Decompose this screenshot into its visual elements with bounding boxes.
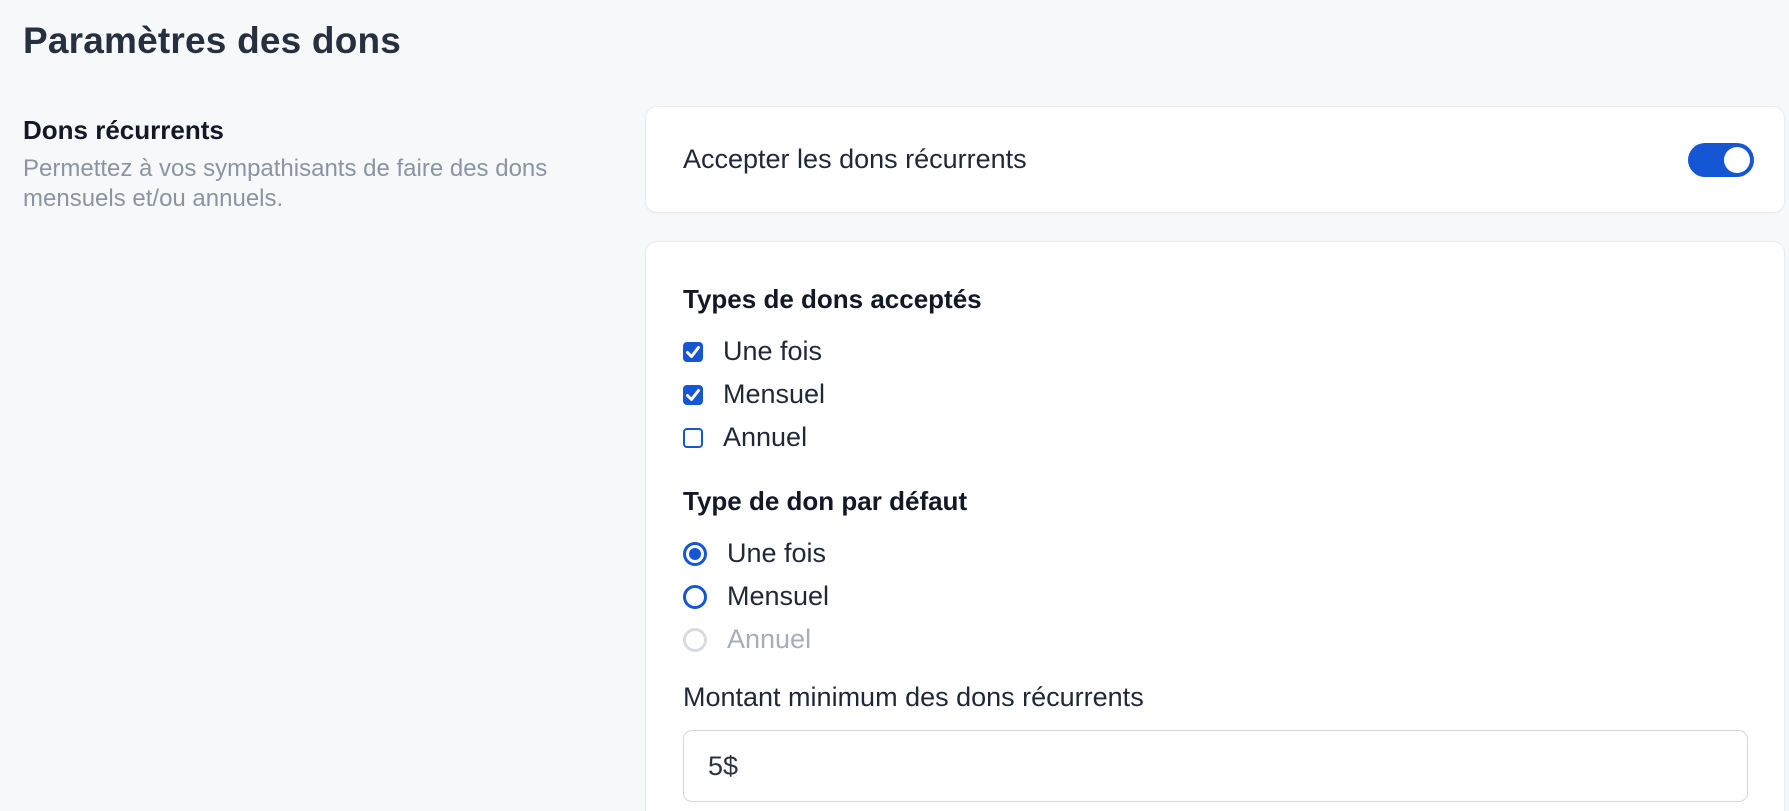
check-icon <box>683 342 703 362</box>
radio-once-label: Une fois <box>727 538 826 569</box>
radio-row-yearly: Annuel <box>683 627 1748 652</box>
radio-yearly <box>683 628 707 652</box>
section-description: Permettez à vos sympathisants de faire d… <box>23 154 548 214</box>
spacer <box>683 652 1748 682</box>
default-type-heading: Type de don par défaut <box>683 486 1748 517</box>
recurring-toggle-switch[interactable] <box>1688 143 1754 177</box>
checkbox-once-label: Une fois <box>723 336 822 367</box>
page-title: Paramètres des dons <box>23 20 1785 62</box>
section-intro: Dons récurrents Permettez à vos sympathi… <box>23 106 645 811</box>
spacer <box>683 450 1748 486</box>
radio-monthly[interactable] <box>683 585 707 609</box>
checkbox-monthly[interactable] <box>683 385 703 405</box>
toggle-knob <box>1724 147 1750 173</box>
settings-cards: Accepter les dons récurrents Types de do… <box>645 106 1785 811</box>
checkbox-row-once: Une fois <box>683 339 1748 364</box>
minimum-amount-label: Montant minimum des dons récurrents <box>683 682 1748 713</box>
accepted-types-heading: Types de dons acceptés <box>683 284 1748 315</box>
checkbox-monthly-label: Mensuel <box>723 379 825 410</box>
recurring-toggle-label: Accepter les dons récurrents <box>683 144 1027 175</box>
radio-row-once: Une fois <box>683 541 1748 566</box>
checkbox-row-monthly: Mensuel <box>683 382 1748 407</box>
checkbox-yearly-label: Annuel <box>723 422 807 453</box>
content-row: Dons récurrents Permettez à vos sympathi… <box>23 106 1785 811</box>
radio-monthly-label: Mensuel <box>727 581 829 612</box>
radio-once[interactable] <box>683 542 707 566</box>
checkbox-once[interactable] <box>683 342 703 362</box>
checkbox-yearly[interactable] <box>683 428 703 448</box>
radio-row-monthly: Mensuel <box>683 584 1748 609</box>
donation-settings-page: Paramètres des dons Dons récurrents Perm… <box>0 0 1789 811</box>
donation-options-card: Types de dons acceptés Une fois <box>645 241 1785 811</box>
radio-yearly-label: Annuel <box>727 624 811 655</box>
checkbox-row-yearly: Annuel <box>683 425 1748 450</box>
minimum-amount-input[interactable] <box>683 730 1748 802</box>
recurring-toggle-card: Accepter les dons récurrents <box>645 106 1785 213</box>
section-heading: Dons récurrents <box>23 115 645 146</box>
check-icon <box>683 385 703 405</box>
